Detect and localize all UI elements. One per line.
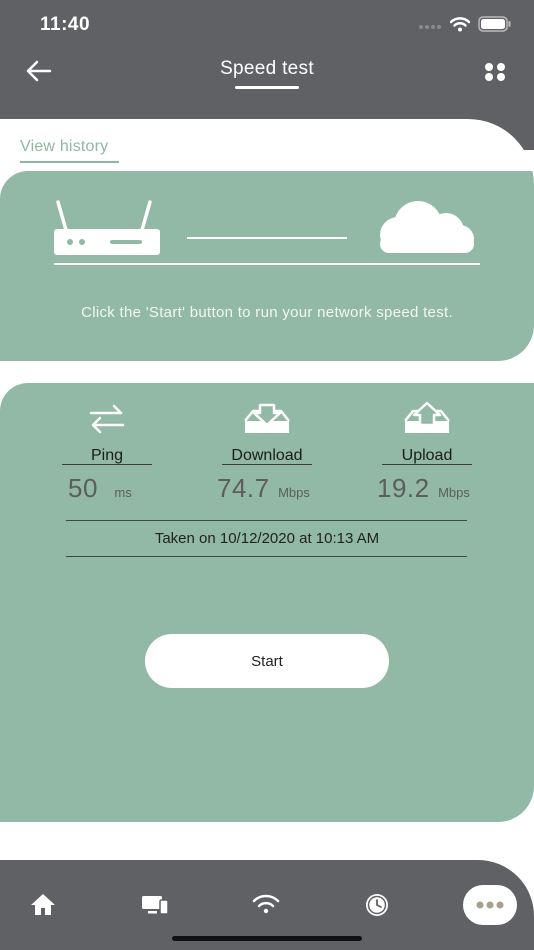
results-top-divider bbox=[66, 520, 467, 521]
download-unit: Mbps bbox=[278, 485, 310, 500]
wifi-icon bbox=[252, 894, 280, 914]
tab-bar bbox=[0, 860, 534, 950]
network-diagram-card: Click the 'Start' button to run your net… bbox=[0, 171, 534, 361]
ping-number: 50 bbox=[68, 473, 98, 503]
more-icon bbox=[476, 901, 504, 909]
results-card: Ping 50 ms Download 74.7 Mbps Upload 19.… bbox=[0, 383, 534, 822]
tab-more[interactable] bbox=[463, 885, 517, 925]
tab-clock[interactable] bbox=[362, 892, 394, 920]
title-underline bbox=[235, 86, 299, 89]
upload-tray-icon bbox=[404, 401, 450, 433]
view-history-link[interactable]: View history bbox=[20, 138, 108, 156]
home-icon bbox=[31, 894, 55, 915]
upload-value: 19.2 Mbps bbox=[377, 473, 470, 504]
download-number: 74.7 bbox=[217, 473, 270, 503]
download-divider bbox=[222, 464, 312, 465]
cloud-icon bbox=[380, 201, 474, 253]
download-metric: Download bbox=[217, 401, 317, 465]
ping-unit: ms bbox=[114, 485, 132, 500]
grid-icon bbox=[485, 63, 505, 81]
view-history-underline bbox=[20, 161, 119, 163]
connection-line bbox=[187, 237, 347, 239]
upload-number: 19.2 bbox=[377, 473, 430, 503]
baseline-line bbox=[54, 263, 480, 265]
ping-label: Ping bbox=[90, 447, 124, 464]
status-time: 11:40 bbox=[40, 14, 91, 35]
upload-label: Upload bbox=[401, 447, 453, 464]
instruction-text: Click the 'Start' button to run your net… bbox=[81, 304, 453, 321]
content-panel: View history Click the 'Start' button to… bbox=[0, 119, 534, 860]
battery-icon bbox=[478, 16, 512, 37]
last-test-timestamp: Taken on 10/12/2020 at 10:13 AM bbox=[154, 530, 380, 547]
transfer-arrows-icon bbox=[89, 404, 125, 434]
tab-devices[interactable] bbox=[140, 892, 172, 920]
page-title: Speed test bbox=[220, 58, 314, 79]
tab-wifi[interactable] bbox=[251, 892, 283, 920]
grid-menu-button[interactable] bbox=[484, 62, 506, 82]
clock-icon bbox=[366, 894, 388, 916]
home-indicator bbox=[172, 936, 362, 941]
router-icon bbox=[54, 200, 160, 255]
upload-divider bbox=[382, 464, 472, 465]
signal-icon bbox=[418, 18, 442, 36]
status-icons bbox=[418, 16, 512, 37]
results-bottom-divider bbox=[66, 556, 467, 557]
start-button[interactable]: Start bbox=[145, 634, 389, 688]
status-bar: 11:40 bbox=[0, 0, 534, 50]
upload-unit: Mbps bbox=[438, 485, 470, 500]
download-value: 74.7 Mbps bbox=[217, 473, 310, 504]
tab-home[interactable] bbox=[29, 892, 61, 920]
download-label: Download bbox=[231, 447, 303, 464]
upload-metric: Upload bbox=[377, 401, 477, 465]
download-tray-icon bbox=[244, 403, 290, 433]
ping-divider bbox=[62, 464, 152, 465]
ping-metric: Ping bbox=[57, 401, 157, 465]
wifi-status-icon bbox=[449, 16, 471, 37]
ping-value: 50 ms bbox=[68, 473, 132, 504]
devices-icon bbox=[142, 896, 169, 915]
